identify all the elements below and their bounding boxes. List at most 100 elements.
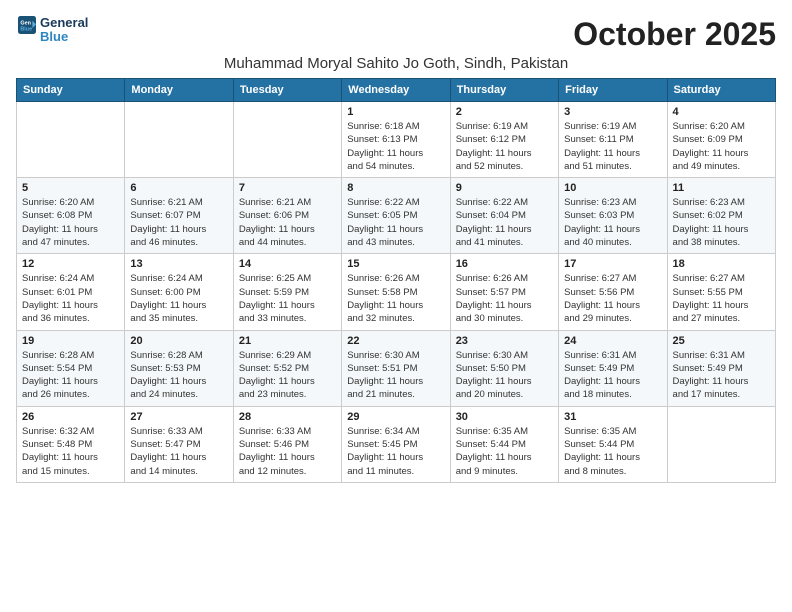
day-info: Sunrise: 6:21 AM Sunset: 6:07 PM Dayligh… [130, 196, 227, 249]
calendar-week-row: 26Sunrise: 6:32 AM Sunset: 5:48 PM Dayli… [17, 406, 776, 482]
day-number: 22 [347, 335, 444, 347]
calendar-cell: 22 Sunrise: 6:30 AM Sunset: 5:51 PM Dayli… [342, 330, 450, 406]
day-info: Sunrise: 6:22 AM Sunset: 6:05 PM Dayligh… [347, 196, 444, 249]
weekday-header: Sunday [17, 79, 125, 102]
calendar-cell: 5 Sunrise: 6:20 AM Sunset: 6:08 PM Daylig… [17, 178, 125, 254]
calendar-cell [667, 406, 775, 482]
calendar-cell: 23 Sunrise: 6:30 AM Sunset: 5:50 PM Dayli… [450, 330, 558, 406]
day-info: Sunrise: 6:19 AM Sunset: 6:11 PM Dayligh… [564, 120, 661, 173]
day-info: Sunrise: 6:21 AM Sunset: 6:06 PM Dayligh… [239, 196, 336, 249]
calendar-cell: 12Sunrise: 6:24 AM Sunset: 6:01 PM Dayli… [17, 254, 125, 330]
calendar-cell: 30 Sunrise: 6:35 AM Sunset: 5:44 PM Dayli… [450, 406, 558, 482]
calendar-table: SundayMondayTuesdayWednesdayThursdayFrid… [16, 78, 776, 483]
day-number: 21 [239, 335, 336, 347]
calendar-cell [17, 102, 125, 178]
day-number: 23 [456, 335, 553, 347]
month-title: October 2025 [573, 16, 776, 53]
calendar-cell [233, 102, 341, 178]
day-number: 10 [564, 182, 661, 194]
day-info: Sunrise: 6:27 AM Sunset: 5:55 PM Dayligh… [673, 272, 770, 325]
day-number: 11 [673, 182, 770, 194]
weekday-header: Friday [559, 79, 667, 102]
day-number: 13 [130, 258, 227, 270]
calendar-cell: 31Sunrise: 6:35 AM Sunset: 5:44 PM Dayli… [559, 406, 667, 482]
day-info: Sunrise: 6:28 AM Sunset: 5:53 PM Dayligh… [130, 349, 227, 402]
day-info: Sunrise: 6:30 AM Sunset: 5:51 PM Dayligh… [347, 349, 444, 402]
calendar-cell: 18Sunrise: 6:27 AM Sunset: 5:55 PM Dayli… [667, 254, 775, 330]
calendar-cell: 1 Sunrise: 6:18 AM Sunset: 6:13 PM Daylig… [342, 102, 450, 178]
logo-icon: Gen Blue [18, 16, 36, 34]
calendar-cell: 17 Sunrise: 6:27 AM Sunset: 5:56 PM Dayli… [559, 254, 667, 330]
day-info: Sunrise: 6:34 AM Sunset: 5:45 PM Dayligh… [347, 425, 444, 478]
day-info: Sunrise: 6:33 AM Sunset: 5:46 PM Dayligh… [239, 425, 336, 478]
day-info: Sunrise: 6:27 AM Sunset: 5:56 PM Dayligh… [564, 272, 661, 325]
day-number: 27 [130, 411, 227, 423]
calendar-cell: 27Sunrise: 6:33 AM Sunset: 5:47 PM Dayli… [125, 406, 233, 482]
calendar-cell: 28 Sunrise: 6:33 AM Sunset: 5:46 PM Dayli… [233, 406, 341, 482]
weekday-header: Wednesday [342, 79, 450, 102]
day-info: Sunrise: 6:18 AM Sunset: 6:13 PM Dayligh… [347, 120, 444, 173]
calendar-cell: 26Sunrise: 6:32 AM Sunset: 5:48 PM Dayli… [17, 406, 125, 482]
title-section: October 2025 [573, 16, 776, 53]
calendar-week-row: 1 Sunrise: 6:18 AM Sunset: 6:13 PM Daylig… [17, 102, 776, 178]
location-title: Muhammad Moryal Sahito Jo Goth, Sindh, P… [16, 55, 776, 72]
calendar-cell: 19Sunrise: 6:28 AM Sunset: 5:54 PM Dayli… [17, 330, 125, 406]
day-number: 25 [673, 335, 770, 347]
calendar-cell: 24Sunrise: 6:31 AM Sunset: 5:49 PM Dayli… [559, 330, 667, 406]
logo: Gen Blue General Blue [16, 16, 88, 45]
day-number: 5 [22, 182, 119, 194]
day-info: Sunrise: 6:24 AM Sunset: 6:01 PM Dayligh… [22, 272, 119, 325]
day-number: 26 [22, 411, 119, 423]
day-info: Sunrise: 6:35 AM Sunset: 5:44 PM Dayligh… [456, 425, 553, 478]
day-info: Sunrise: 6:19 AM Sunset: 6:12 PM Dayligh… [456, 120, 553, 173]
day-number: 8 [347, 182, 444, 194]
weekday-header: Saturday [667, 79, 775, 102]
day-number: 2 [456, 106, 553, 118]
calendar-cell: 8 Sunrise: 6:22 AM Sunset: 6:05 PM Daylig… [342, 178, 450, 254]
day-info: Sunrise: 6:26 AM Sunset: 5:57 PM Dayligh… [456, 272, 553, 325]
svg-text:Blue: Blue [20, 26, 32, 32]
calendar-cell: 29 Sunrise: 6:34 AM Sunset: 5:45 PM Dayli… [342, 406, 450, 482]
calendar-cell: 25 Sunrise: 6:31 AM Sunset: 5:49 PM Dayli… [667, 330, 775, 406]
day-info: Sunrise: 6:26 AM Sunset: 5:58 PM Dayligh… [347, 272, 444, 325]
logo-general: General [40, 16, 88, 30]
day-number: 19 [22, 335, 119, 347]
weekday-header: Tuesday [233, 79, 341, 102]
day-number: 7 [239, 182, 336, 194]
weekday-header: Monday [125, 79, 233, 102]
day-info: Sunrise: 6:25 AM Sunset: 5:59 PM Dayligh… [239, 272, 336, 325]
logo-blue: Blue [40, 30, 88, 44]
day-number: 28 [239, 411, 336, 423]
day-number: 1 [347, 106, 444, 118]
day-info: Sunrise: 6:20 AM Sunset: 6:09 PM Dayligh… [673, 120, 770, 173]
calendar-cell: 7 Sunrise: 6:21 AM Sunset: 6:06 PM Daylig… [233, 178, 341, 254]
day-number: 15 [347, 258, 444, 270]
day-info: Sunrise: 6:23 AM Sunset: 6:03 PM Dayligh… [564, 196, 661, 249]
calendar-cell: 20 Sunrise: 6:28 AM Sunset: 5:53 PM Dayli… [125, 330, 233, 406]
day-number: 3 [564, 106, 661, 118]
day-number: 20 [130, 335, 227, 347]
day-number: 6 [130, 182, 227, 194]
calendar-cell: 2 Sunrise: 6:19 AM Sunset: 6:12 PM Daylig… [450, 102, 558, 178]
day-info: Sunrise: 6:20 AM Sunset: 6:08 PM Dayligh… [22, 196, 119, 249]
day-info: Sunrise: 6:30 AM Sunset: 5:50 PM Dayligh… [456, 349, 553, 402]
calendar-cell: 3 Sunrise: 6:19 AM Sunset: 6:11 PM Daylig… [559, 102, 667, 178]
day-number: 16 [456, 258, 553, 270]
day-number: 29 [347, 411, 444, 423]
day-number: 17 [564, 258, 661, 270]
day-number: 30 [456, 411, 553, 423]
calendar-cell: 15 Sunrise: 6:26 AM Sunset: 5:58 PM Dayli… [342, 254, 450, 330]
weekday-header-row: SundayMondayTuesdayWednesdayThursdayFrid… [17, 79, 776, 102]
weekday-header: Thursday [450, 79, 558, 102]
day-info: Sunrise: 6:29 AM Sunset: 5:52 PM Dayligh… [239, 349, 336, 402]
calendar-cell: 11Sunrise: 6:23 AM Sunset: 6:02 PM Dayli… [667, 178, 775, 254]
calendar-cell: 16 Sunrise: 6:26 AM Sunset: 5:57 PM Dayli… [450, 254, 558, 330]
day-info: Sunrise: 6:31 AM Sunset: 5:49 PM Dayligh… [673, 349, 770, 402]
calendar-week-row: 19Sunrise: 6:28 AM Sunset: 5:54 PM Dayli… [17, 330, 776, 406]
calendar-week-row: 12Sunrise: 6:24 AM Sunset: 6:01 PM Dayli… [17, 254, 776, 330]
day-info: Sunrise: 6:22 AM Sunset: 6:04 PM Dayligh… [456, 196, 553, 249]
calendar-cell: 13 Sunrise: 6:24 AM Sunset: 6:00 PM Dayli… [125, 254, 233, 330]
day-number: 31 [564, 411, 661, 423]
svg-text:Gen: Gen [20, 20, 30, 26]
day-info: Sunrise: 6:24 AM Sunset: 6:00 PM Dayligh… [130, 272, 227, 325]
